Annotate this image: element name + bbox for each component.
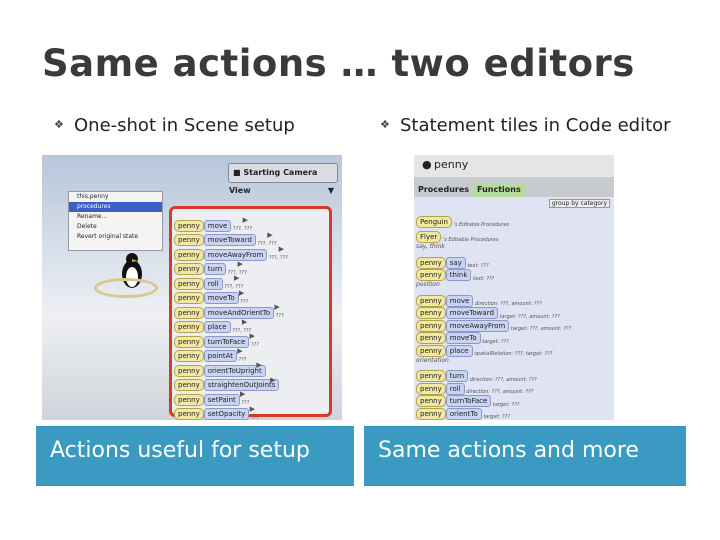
arrow-right-icon: ▶ bbox=[233, 274, 240, 282]
statement-tile-row[interactable]: penny think text: ??? bbox=[416, 265, 494, 282]
procedure-row[interactable]: penny setPaint ??? ▶ bbox=[174, 389, 249, 406]
ring-object bbox=[94, 278, 158, 298]
procedure-args: target: ??? bbox=[481, 414, 510, 420]
arrow-right-icon: ▶ bbox=[274, 303, 280, 311]
category-label: position bbox=[416, 281, 440, 288]
statement-tile-row[interactable]: penny moveTo target: ??? bbox=[416, 328, 509, 345]
procedure-args: ???, ??? bbox=[267, 255, 289, 261]
group-by-dropdown[interactable]: group by category bbox=[548, 199, 610, 208]
editable-procedures-row[interactable]: Penguin 's Editable Procedures bbox=[416, 211, 509, 228]
procedure-row[interactable]: penny setOpacity ??? ▶ bbox=[174, 404, 259, 420]
penny-tile[interactable]: penny bbox=[416, 407, 446, 420]
procedure-name-tile[interactable]: place bbox=[445, 344, 473, 357]
procedures-list: group by category Penguin 's Editable Pr… bbox=[414, 197, 614, 420]
procedure-row[interactable]: penny turn ???, ??? ▶ bbox=[174, 259, 247, 276]
arrow-right-icon: ▶ bbox=[242, 216, 249, 224]
arrow-right-icon: ▶ bbox=[237, 346, 243, 355]
tab-procedures[interactable]: Procedures bbox=[414, 183, 474, 197]
procedure-row[interactable]: penny turnToFace ??? ▶ bbox=[174, 331, 259, 348]
procedure-row[interactable]: penny moveAndOrientTo ??? ▶ bbox=[174, 302, 284, 319]
arrow-right-icon: ▶ bbox=[270, 375, 276, 384]
statement-tile-row[interactable]: penny move direction: ???, amount: ??? bbox=[416, 290, 542, 307]
statement-tile-row[interactable]: penny say text: ??? bbox=[416, 252, 489, 269]
statement-tile-row[interactable]: penny place spatialRelation: ???, target:… bbox=[416, 340, 552, 357]
arrow-right-icon: ▶ bbox=[238, 288, 245, 297]
procedure-name-tile[interactable]: orientTo bbox=[445, 407, 482, 420]
statement-tile-row[interactable]: penny moveAwayFrom target: ???, amount: ?… bbox=[416, 315, 571, 332]
statement-tile-row[interactable]: penny turnToFace target: ??? bbox=[416, 391, 519, 408]
procedure-row[interactable]: penny orientToUpright ▶ bbox=[174, 360, 266, 377]
arrow-right-icon: ▶ bbox=[256, 361, 262, 369]
arrow-right-icon: ▶ bbox=[249, 404, 255, 413]
bullet-icon: ❖ bbox=[54, 118, 64, 131]
procedure-args: text: ??? bbox=[471, 275, 495, 282]
procedure-name-tile[interactable]: think bbox=[445, 269, 472, 281]
left-bullet-text: One-shot in Scene setup bbox=[74, 115, 295, 136]
tab-bar: Procedures Functions bbox=[414, 183, 525, 197]
class-tag[interactable]: Flyer bbox=[416, 230, 442, 243]
slide-title: Same actions … two editors bbox=[42, 42, 635, 85]
scene-editor-screenshot: ■ Starting Camera View ▼ this.penny proce… bbox=[42, 155, 342, 420]
penny-tile[interactable]: penny bbox=[416, 269, 446, 281]
camera-icon: ■ bbox=[233, 168, 241, 177]
procedure-args: target: ???, amount: ??? bbox=[509, 326, 572, 332]
procedure-row[interactable]: penny moveToward ???, ??? ▶ bbox=[174, 230, 277, 247]
right-caption: Same actions and more bbox=[364, 426, 686, 486]
menu-item[interactable]: this.penny bbox=[69, 192, 162, 202]
penguin-icon: ● bbox=[422, 158, 432, 171]
arrow-right-icon: ▶ bbox=[241, 317, 248, 326]
object-label: penny bbox=[434, 158, 469, 171]
statement-tile-row[interactable]: penny orientTo target: ??? bbox=[416, 403, 510, 420]
editable-procedures-row[interactable]: Flyer 's Editable Procedures bbox=[416, 226, 498, 243]
statement-tile-row[interactable]: penny moveToward target: ???, amount: ??? bbox=[416, 303, 560, 320]
menu-item[interactable]: Revert original state bbox=[69, 232, 162, 242]
procedure-row[interactable]: penny roll ???, ??? ▶ bbox=[174, 273, 243, 290]
penny-tile[interactable]: penny bbox=[174, 408, 204, 420]
menu-item[interactable]: Delete bbox=[69, 222, 162, 232]
right-bullet: ❖ Statement tiles in Code editor bbox=[380, 115, 671, 136]
procedure-row[interactable]: penny place ???, ??? ▶ bbox=[174, 317, 251, 334]
procedure-row[interactable]: penny moveAwayFrom ???, ??? ▶ bbox=[174, 244, 288, 261]
bullet-icon: ❖ bbox=[380, 118, 390, 131]
context-menu: this.penny procedures Rename... Delete Rever… bbox=[68, 191, 163, 251]
procedure-row[interactable]: penny move ???, ??? ▶ bbox=[174, 215, 252, 232]
arrow-right-icon: ▶ bbox=[237, 259, 243, 268]
procedure-args: ??? bbox=[249, 342, 259, 348]
right-bullet-text: Statement tiles in Code editor bbox=[400, 115, 671, 136]
code-editor-screenshot: ● penny Procedures Functions group by cat… bbox=[414, 155, 614, 420]
procedures-panel: penny move ???, ??? ▶ penny moveToward ???, … bbox=[169, 206, 332, 420]
procedure-args: ??? bbox=[249, 414, 259, 421]
arrow-right-icon: ▶ bbox=[278, 245, 285, 253]
procedure-row[interactable]: penny pointAt ??? ▶ bbox=[174, 346, 247, 363]
camera-view-dropdown[interactable]: ■ Starting Camera View ▼ bbox=[228, 163, 338, 195]
arrow-right-icon: ▶ bbox=[239, 390, 246, 398]
procedure-row[interactable]: penny moveTo ??? ▶ bbox=[174, 288, 248, 305]
editable-procedures-label: 's Editable Procedures bbox=[441, 237, 499, 243]
menu-item[interactable]: Rename... bbox=[69, 212, 162, 222]
chevron-down-icon: ▼ bbox=[327, 186, 334, 195]
object-selector[interactable]: ● penny bbox=[414, 155, 614, 177]
camera-view-label: Starting Camera View bbox=[229, 168, 318, 195]
arrow-right-icon: ▶ bbox=[267, 230, 273, 239]
procedure-row[interactable]: penny straightenOutJoints ▶ bbox=[174, 375, 280, 391]
penny-tile[interactable]: penny bbox=[416, 344, 446, 357]
statement-tile-row[interactable]: penny roll direction: ???, amount: ??? bbox=[416, 378, 533, 395]
left-caption: Actions useful for setup bbox=[36, 426, 354, 486]
statement-tile-row[interactable]: penny turn direction: ???, amount: ??? bbox=[416, 366, 537, 383]
arrow-right-icon: ▶ bbox=[249, 332, 255, 340]
category-label: orientation bbox=[416, 356, 449, 364]
procedure-name-tile[interactable]: setOpacity bbox=[203, 408, 250, 420]
menu-item[interactable]: procedures bbox=[69, 202, 162, 212]
category-label: say, think bbox=[416, 243, 445, 250]
procedure-args: ??? bbox=[274, 313, 284, 319]
left-bullet: ❖ One-shot in Scene setup bbox=[54, 115, 295, 136]
procedure-args: spatialRelation: ???, target: ??? bbox=[472, 351, 553, 357]
tab-functions[interactable]: Functions bbox=[473, 183, 525, 197]
